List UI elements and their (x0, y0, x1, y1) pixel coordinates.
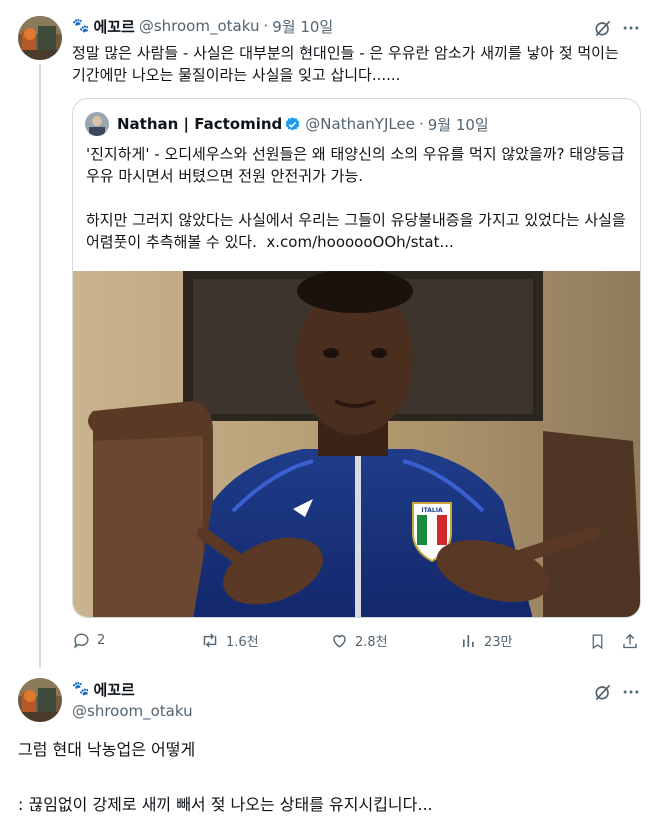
more-options-icon[interactable] (620, 17, 642, 39)
reply-text-line-2: : 끊임없이 강제로 새끼 빼서 젖 나오는 상태를 유지시킵니다... (18, 795, 433, 814)
like-count: 2.8천 (355, 635, 388, 650)
paw-icon: 🐾 (72, 681, 90, 697)
quote-text-paragraph-2: 하지만 그러지 않았다는 사실에서 우리는 그들이 유당불내증을 가지고 있었다… (86, 211, 631, 251)
reply-display-name[interactable]: 에꼬르 (93, 679, 134, 700)
quote-avatar (85, 112, 109, 136)
quote-handle: @NathanYJLee (305, 115, 415, 133)
paw-icon: 🐾 (72, 18, 90, 34)
views-button[interactable]: 23만 (460, 631, 513, 650)
avatar[interactable] (18, 16, 62, 60)
heart-icon (333, 635, 346, 648)
bookmark-icon[interactable] (587, 631, 607, 651)
retweet-icon (203, 633, 217, 648)
display-name[interactable]: 에꼬르 (93, 16, 134, 37)
views-chart-icon (463, 634, 474, 647)
reply-text-line-1: 그럼 현대 낙농업은 어떻게 (18, 740, 196, 759)
quote-timestamp: 9월 10일 (427, 115, 489, 134)
views-count: 23만 (484, 635, 513, 650)
quote-text-paragraph-1: '진지하게' - 오디세우스와 선원들은 왜 태양신의 소의 우유를 먹지 않았… (86, 145, 630, 185)
reply-header: 🐾 에꼬르 (72, 679, 135, 699)
separator-dot: · (418, 115, 424, 133)
timestamp[interactable]: 9월 10일 (272, 16, 333, 37)
verified-badge-icon (285, 116, 300, 131)
quote-tweet-card[interactable]: Nathan | Factomind @NathanYJLee · 9월 10일… (72, 98, 641, 618)
handle[interactable]: @shroom_otaku (139, 17, 260, 35)
like-button[interactable]: 2.8천 (330, 631, 388, 650)
retweet-count: 1.6천 (226, 635, 259, 650)
quote-header: Nathan | Factomind @NathanYJLee · 9월 10일 (117, 113, 489, 135)
jersey-badge-text: ITALIA (421, 507, 443, 514)
tweet-header: 🐾 에꼬르 @shroom_otaku · 9월 10일 (72, 16, 333, 36)
retweet-button[interactable]: 1.6천 (200, 631, 259, 650)
share-icon[interactable] (620, 631, 640, 651)
quote-display-name: Nathan | Factomind (117, 115, 283, 133)
reply-count: 2 (97, 633, 106, 648)
reply-button[interactable]: 2 (72, 631, 105, 650)
separator-dot: · (263, 17, 269, 35)
reply-avatar[interactable] (18, 678, 62, 722)
reply-handle[interactable]: @shroom_otaku (72, 702, 193, 720)
reply-icon (73, 633, 89, 649)
thread-connector-line (39, 64, 41, 668)
grok-icon[interactable] (592, 681, 614, 703)
grok-icon[interactable] (592, 17, 614, 39)
more-options-icon[interactable] (620, 681, 642, 703)
tweet-text: 정말 많은 사람들 - 사실은 대부분의 현대인들 - 은 우유란 암소가 새끼… (72, 44, 624, 84)
quote-media-image[interactable]: ITALIA (73, 271, 640, 617)
